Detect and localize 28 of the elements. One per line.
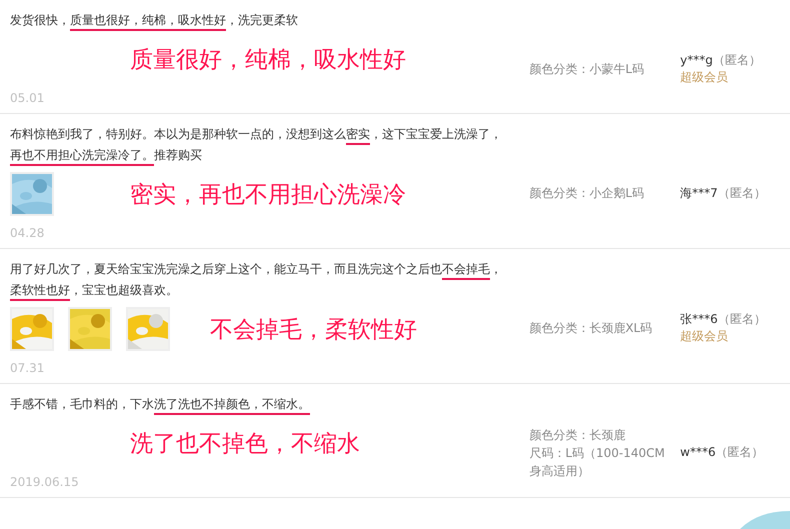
highlight-caption: 不会掉毛，柔软性好 <box>210 316 417 344</box>
product-variant: 颜色分类：小蒙牛L码 <box>529 60 646 78</box>
username: 张***6 <box>680 312 718 326</box>
review-text: 发货很快，质量也很好，纯棉，吸水性好，洗完更柔软 <box>10 10 510 31</box>
review-text: 用了好几次了，夏天给宝宝洗完澡之后穿上这个，能立马干，而且洗完这个之后也不会掉毛， 柔软性也好，宝宝也超级喜欢。 <box>10 259 510 301</box>
anonymous-label: （匿名） <box>712 52 761 66</box>
corner-decoration <box>740 511 790 529</box>
product-variant: 颜色分类：小企鹅L码 <box>529 185 646 202</box>
product-variant: 尺码：L码（100-140CM 身高适用） <box>529 444 666 480</box>
product-variant: 颜色分类：长颈鹿XL码 <box>529 320 654 337</box>
review-date: 05.01 <box>10 91 46 105</box>
member-level: 超级会员 <box>680 68 730 86</box>
member-level: 超级会员 <box>680 328 730 345</box>
username: y***g <box>680 52 713 66</box>
review-text: 布料惊艳到我了，特别好。本以为是那种软一点的，没想到这么密实，这下宝宝爱上洗澡了， 再也不用担心洗完澡冷了。推荐购买 <box>10 124 510 166</box>
review-text: 手感不错，毛巾料的，下水洗了洗也不掉颜色，不缩水。 <box>10 394 510 415</box>
username: 海***7 <box>680 186 718 200</box>
username: w***6 <box>680 445 716 459</box>
highlight-caption: 洗了也不掉色，不缩水 <box>130 430 360 458</box>
anonymous-label: （匿名） <box>718 186 766 200</box>
highlight-caption: 密实，再也不用担心洗澡冷 <box>130 180 406 210</box>
review-date: 07.31 <box>10 361 46 375</box>
anonymous-label: （匿名） <box>718 312 766 326</box>
review-date: 2019.06.15 <box>10 475 80 489</box>
highlight-caption: 质量很好，纯棉，吸水性好 <box>130 46 406 74</box>
review-date: 04.28 <box>10 226 46 240</box>
anonymous-label: （匿名） <box>716 445 764 459</box>
product-variant: 颜色分类：长颈鹿 <box>529 426 626 444</box>
